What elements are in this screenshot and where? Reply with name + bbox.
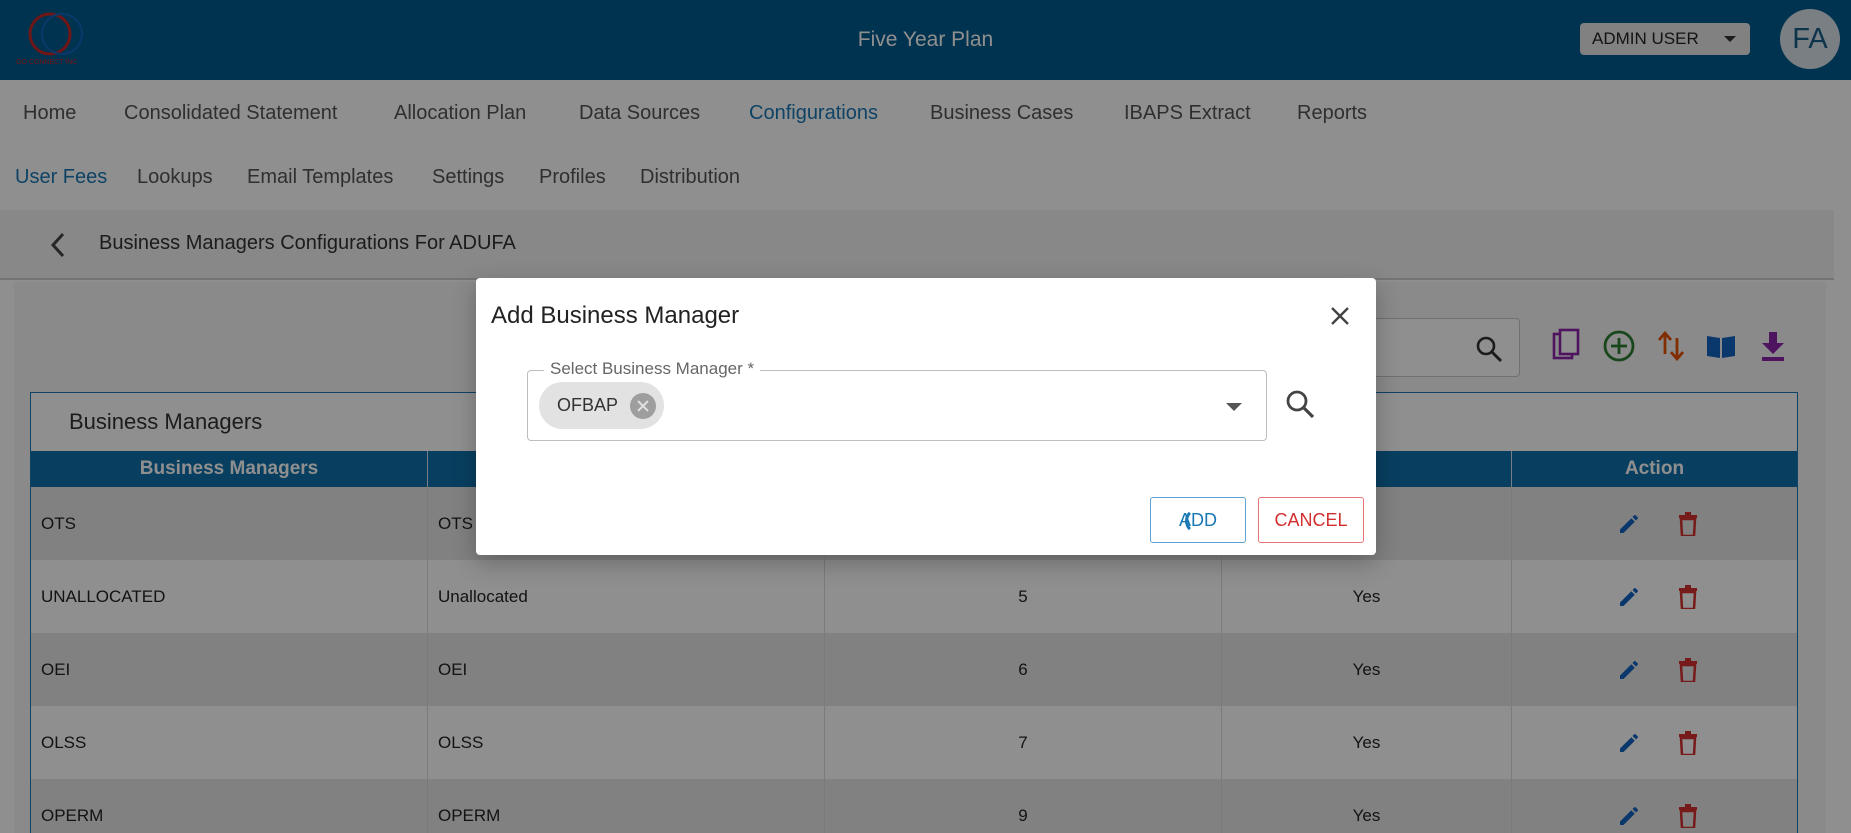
close-icon[interactable] — [1328, 304, 1352, 328]
add-button[interactable]: ADD — [1150, 497, 1246, 543]
loading-spinner-icon — [1185, 508, 1211, 534]
chip-label: OFBAP — [557, 395, 619, 415]
cancel-button-label: CANCEL — [1274, 509, 1348, 530]
add-business-manager-dialog: Add Business Manager Select Business Man… — [476, 278, 1376, 555]
cancel-button[interactable]: CANCEL — [1258, 497, 1364, 543]
selected-chip: OFBAP — [539, 382, 665, 429]
chip-remove-icon[interactable] — [630, 392, 657, 419]
business-manager-select[interactable]: Select Business Manager * OFBAP — [527, 359, 1267, 441]
field-label: Select Business Manager * — [544, 359, 761, 379]
dropdown-arrow-icon[interactable] — [1226, 403, 1242, 411]
search-icon[interactable] — [1284, 388, 1316, 420]
dialog-title: Add Business Manager — [491, 302, 740, 329]
